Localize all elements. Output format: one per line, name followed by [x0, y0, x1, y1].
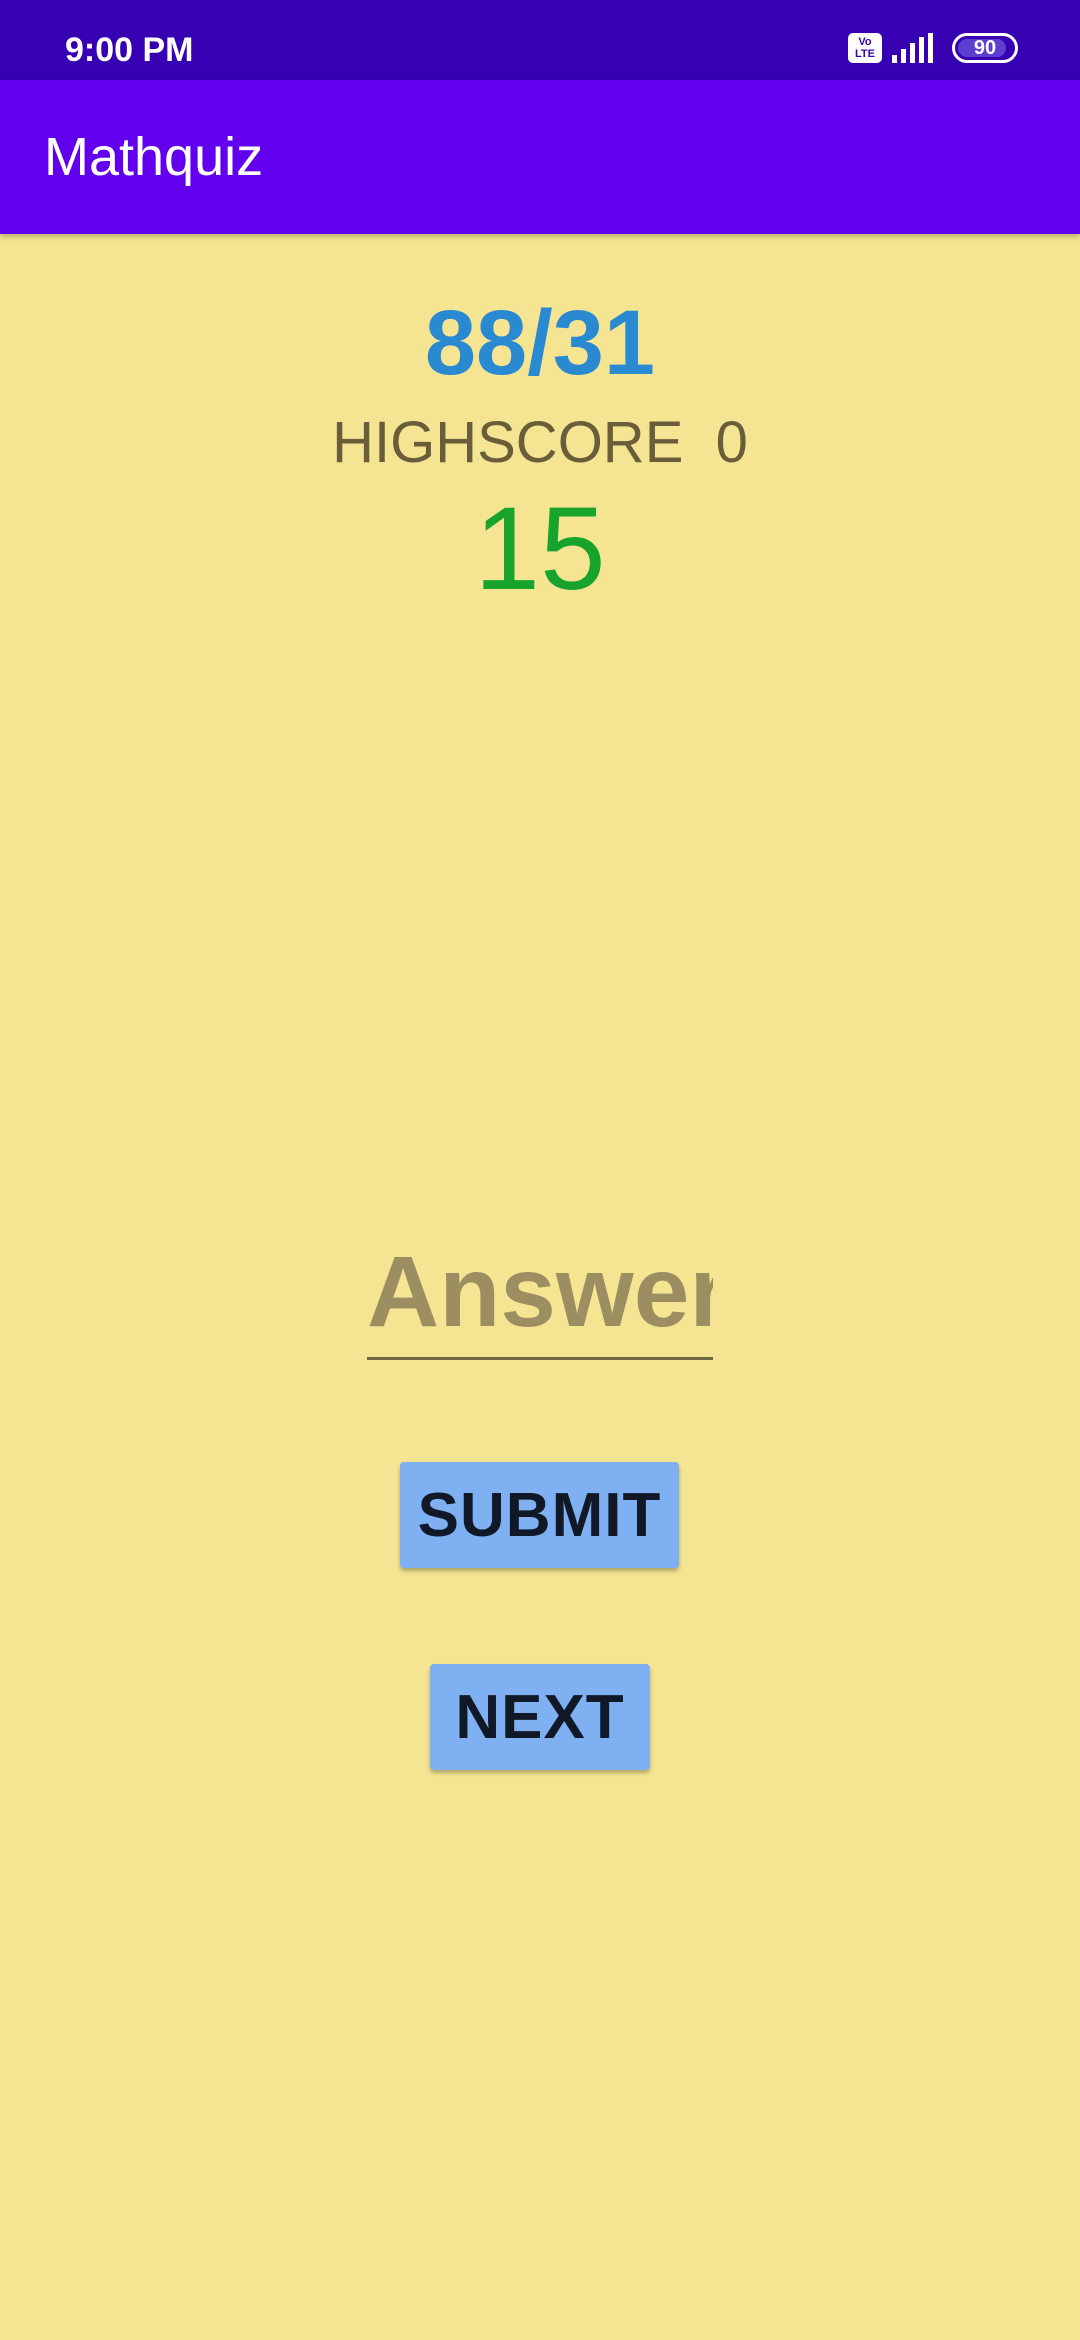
battery-icon: 90: [952, 33, 1018, 63]
status-bar: 9:00 PM Vo LTE 90: [0, 0, 1080, 80]
answer-input[interactable]: [367, 1228, 713, 1360]
next-button[interactable]: NEXT: [430, 1664, 650, 1770]
app-title: Mathquiz: [44, 127, 264, 187]
status-icons: Vo LTE 90: [848, 30, 1018, 66]
timer-countdown: 15: [474, 483, 606, 615]
battery-level: 90: [973, 36, 997, 59]
answer-field-container: [367, 1228, 713, 1362]
volte-icon: Vo LTE: [848, 33, 882, 63]
highscore-label: HIGHSCORE 0: [332, 410, 748, 475]
submit-button[interactable]: SUBMIT: [400, 1462, 679, 1568]
question-text: 88/31: [424, 292, 656, 394]
app-bar: Mathquiz: [0, 80, 1080, 234]
signal-icon: [892, 33, 933, 63]
status-time: 9:00 PM: [65, 31, 194, 69]
